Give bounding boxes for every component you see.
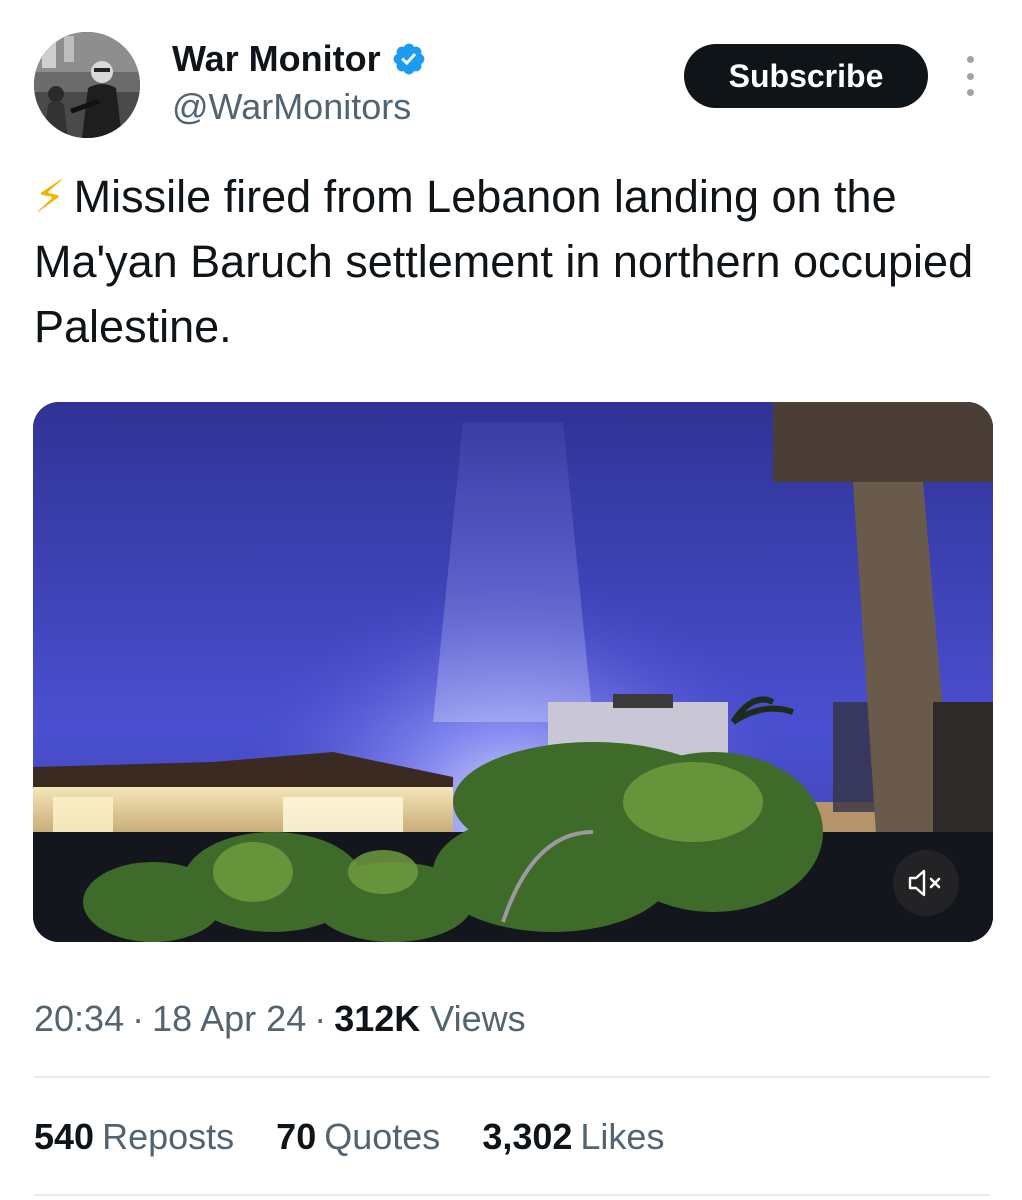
meta-separator: · xyxy=(314,998,327,1039)
tweet-text: ⚡ Missile fired from Lebanon landing on t… xyxy=(34,164,984,359)
reposts-count: 540 xyxy=(34,1116,95,1157)
likes-count: 3,302 xyxy=(482,1116,573,1157)
tweet-date[interactable]: 18 Apr 24 xyxy=(152,998,306,1039)
views-count: 312K xyxy=(334,998,421,1039)
divider xyxy=(34,1076,990,1078)
likes-label: Likes xyxy=(580,1116,665,1157)
author-name[interactable]: War Monitor xyxy=(172,38,381,80)
reposts-stat[interactable]: 540 Reposts xyxy=(34,1116,234,1158)
views-label: Views xyxy=(430,998,526,1039)
meta-separator: · xyxy=(132,998,145,1039)
more-vertical-icon[interactable] xyxy=(956,56,984,96)
quotes-count: 70 xyxy=(276,1116,317,1157)
lightning-emoji: ⚡ xyxy=(34,171,66,222)
author-name-row[interactable]: War Monitor xyxy=(172,38,427,80)
reposts-label: Reposts xyxy=(102,1116,235,1157)
quotes-stat[interactable]: 70 Quotes xyxy=(276,1116,440,1158)
quotes-label: Quotes xyxy=(324,1116,441,1157)
divider xyxy=(34,1194,990,1196)
tweet-body: Missile fired from Lebanon landing on th… xyxy=(34,171,974,352)
video-frame xyxy=(33,402,993,942)
engagement-stats: 540 Reposts 70 Quotes 3,302 Likes xyxy=(34,1116,696,1158)
avatar[interactable] xyxy=(34,32,140,138)
mute-button[interactable] xyxy=(893,850,959,916)
likes-stat[interactable]: 3,302 Likes xyxy=(482,1116,664,1158)
tweet-card: War Monitor @WarMonitors Subscribe ⚡ Miss… xyxy=(0,0,1022,1200)
avatar-photo-icon xyxy=(34,32,140,138)
tweet-time[interactable]: 20:34 xyxy=(34,998,124,1039)
author-handle[interactable]: @WarMonitors xyxy=(172,86,411,128)
verified-badge-icon xyxy=(391,41,427,77)
speaker-muted-icon xyxy=(908,869,941,897)
tweet-meta: 20:34 · 18 Apr 24 · 312K Views xyxy=(34,998,526,1040)
video-player[interactable] xyxy=(33,402,993,942)
subscribe-button[interactable]: Subscribe xyxy=(684,44,928,108)
